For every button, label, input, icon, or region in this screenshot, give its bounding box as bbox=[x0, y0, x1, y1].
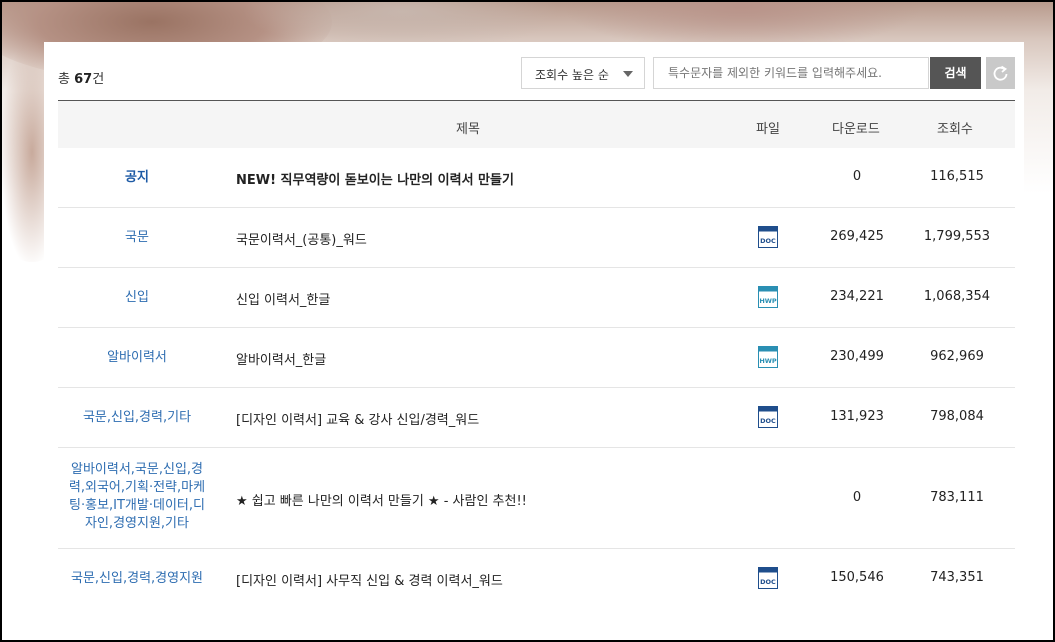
chevron-down-icon bbox=[623, 71, 633, 77]
row-category[interactable]: 신입 bbox=[58, 289, 216, 307]
svg-text:DOC: DOC bbox=[760, 578, 776, 586]
row-views: 1,068,354 bbox=[923, 289, 991, 304]
header-downloads: 다운로드 bbox=[832, 122, 880, 137]
table-row[interactable]: 국문,신입,경력,경영지원 [디자인 이력서] 사무직 신입 & 경력 이력서_… bbox=[58, 549, 1015, 609]
row-title[interactable]: 알바이력서_한글 bbox=[236, 349, 326, 368]
screenshot-frame: 총 67건 조회수 높은 순 검색 제목 파일 다운로드 조회수 bbox=[2, 2, 1053, 640]
sort-selected-value: 조회수 높은 순 bbox=[535, 68, 609, 82]
total-suffix: 건 bbox=[92, 72, 105, 87]
table-row[interactable]: 국문 국문이력서_(공통)_워드 DOC 269,425 1,799,553 bbox=[58, 208, 1015, 268]
header-file: 파일 bbox=[756, 122, 780, 137]
row-views: 962,969 bbox=[930, 349, 984, 364]
template-table: 제목 파일 다운로드 조회수 공지 NEW! 직무역량이 돋보이는 나만의 이력… bbox=[58, 100, 1015, 609]
row-title[interactable]: ★ 쉽고 빠른 나만의 이력서 만들기 ★ - 사람인 추천!! bbox=[236, 490, 527, 509]
search-button[interactable]: 검색 bbox=[930, 57, 981, 89]
row-category[interactable]: 국문 bbox=[58, 229, 216, 247]
table-row[interactable]: 국문,신입,경력,기타 [디자인 이력서] 교육 & 강사 신입/경력_워드 D… bbox=[58, 388, 1015, 448]
row-downloads: 234,221 bbox=[830, 289, 884, 304]
header-title: 제목 bbox=[456, 122, 480, 137]
row-views: 1,799,553 bbox=[923, 229, 991, 244]
row-downloads: 230,499 bbox=[830, 349, 884, 364]
row-title[interactable]: NEW! 직무역량이 돋보이는 나만의 이력서 만들기 bbox=[236, 169, 514, 188]
refresh-icon bbox=[993, 65, 1008, 81]
row-views: 783,111 bbox=[930, 490, 984, 505]
row-category-line: 자인,경영지원,기타 bbox=[85, 516, 189, 531]
svg-text:DOC: DOC bbox=[760, 237, 776, 245]
row-downloads: 131,923 bbox=[830, 409, 884, 424]
row-category[interactable]: 국문,신입,경력,경영지원 bbox=[58, 570, 216, 588]
row-category-line: 팅·홍보,IT개발·데이터,디 bbox=[69, 498, 205, 513]
row-title[interactable]: 국문이력서_(공통)_워드 bbox=[236, 229, 367, 248]
resume-template-list-panel: 총 67건 조회수 높은 순 검색 제목 파일 다운로드 조회수 bbox=[44, 42, 1024, 640]
list-toolbar: 총 67건 조회수 높은 순 검색 bbox=[44, 42, 1024, 100]
row-views: 743,351 bbox=[930, 570, 984, 585]
svg-text:HWP: HWP bbox=[759, 297, 777, 305]
hwp-file-icon[interactable]: HWP bbox=[758, 286, 780, 308]
total-prefix: 총 bbox=[58, 72, 70, 87]
table-row[interactable]: 신입 신입 이력서_한글 HWP 234,221 1,068,354 bbox=[58, 268, 1015, 328]
row-category[interactable]: 알바이력서,국문,신입,경 력,외국어,기획·전략,마케 팅·홍보,IT개발·데… bbox=[58, 461, 216, 533]
row-downloads: 150,546 bbox=[830, 570, 884, 585]
hwp-file-icon[interactable]: HWP bbox=[758, 346, 780, 368]
row-category-line: 력,외국어,기획·전략,마케 bbox=[68, 480, 206, 495]
sort-select[interactable]: 조회수 높은 순 bbox=[521, 57, 645, 89]
row-category[interactable]: 알바이력서 bbox=[58, 349, 216, 367]
doc-file-icon[interactable]: DOC bbox=[758, 406, 780, 428]
row-category-line: 알바이력서,국문,신입,경 bbox=[71, 462, 203, 477]
row-category[interactable]: 공지 bbox=[58, 169, 216, 187]
table-header: 제목 파일 다운로드 조회수 bbox=[58, 100, 1015, 148]
row-views: 798,084 bbox=[930, 409, 984, 424]
row-category[interactable]: 국문,신입,경력,기타 bbox=[58, 409, 216, 427]
row-downloads: 0 bbox=[852, 490, 862, 505]
total-count: 총 67건 bbox=[58, 68, 104, 87]
row-title[interactable]: [디자인 이력서] 교육 & 강사 신입/경력_워드 bbox=[236, 409, 479, 428]
table-row[interactable]: 공지 NEW! 직무역량이 돋보이는 나만의 이력서 만들기 0 116,515 bbox=[58, 148, 1015, 208]
header-views: 조회수 bbox=[937, 122, 973, 137]
row-downloads: 269,425 bbox=[830, 229, 884, 244]
reset-button[interactable] bbox=[986, 57, 1015, 89]
svg-text:HWP: HWP bbox=[759, 357, 777, 365]
row-title[interactable]: [디자인 이력서] 사무직 신입 & 경력 이력서_워드 bbox=[236, 570, 503, 589]
svg-text:DOC: DOC bbox=[760, 417, 776, 425]
table-row[interactable]: 알바이력서,국문,신입,경 력,외국어,기획·전략,마케 팅·홍보,IT개발·데… bbox=[58, 448, 1015, 549]
row-title[interactable]: 신입 이력서_한글 bbox=[236, 289, 330, 308]
search-input[interactable] bbox=[653, 57, 929, 89]
doc-file-icon[interactable]: DOC bbox=[758, 226, 780, 248]
table-row[interactable]: 알바이력서 알바이력서_한글 HWP 230,499 962,969 bbox=[58, 328, 1015, 388]
row-views: 116,515 bbox=[930, 169, 984, 184]
doc-file-icon[interactable]: DOC bbox=[758, 567, 780, 589]
row-downloads: 0 bbox=[852, 169, 862, 184]
total-number: 67 bbox=[74, 72, 93, 87]
